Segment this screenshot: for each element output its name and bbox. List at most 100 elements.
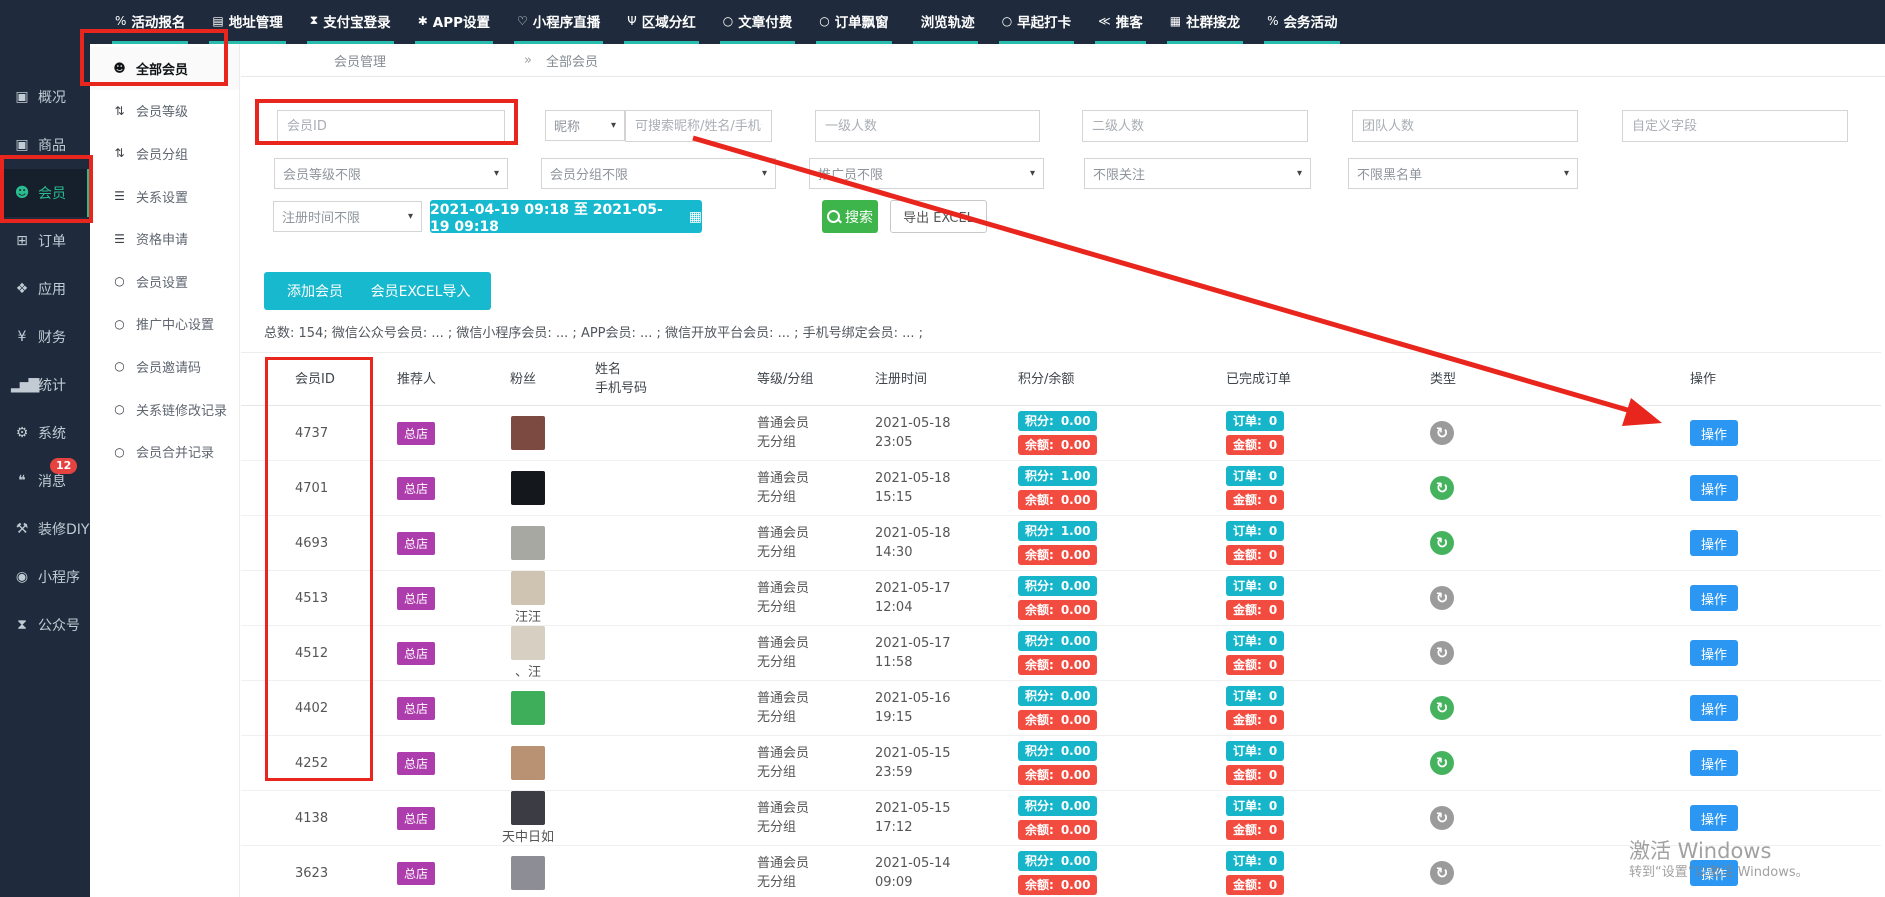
- action-button[interactable]: 操作: [1690, 695, 1738, 721]
- avatar[interactable]: [511, 471, 545, 505]
- sidebar-item[interactable]: ▂▅▇ 统计: [0, 361, 90, 409]
- member-group-select[interactable]: 会员分组不限▾: [541, 158, 776, 189]
- top-nav-item[interactable]: % 会务活动: [1264, 0, 1340, 44]
- top-nav-item[interactable]: ○ 早起打卡: [999, 0, 1074, 44]
- table-header-cell: 操作: [1530, 370, 1881, 389]
- avatar[interactable]: [511, 416, 545, 450]
- sidebar-item[interactable]: ▣ 概况: [0, 73, 90, 121]
- submenu-item[interactable]: ○ 会员邀请码: [90, 345, 239, 388]
- submenu-item[interactable]: ☻ 全部会员: [90, 47, 239, 90]
- promoter-select[interactable]: 推广员不限▾: [809, 158, 1044, 189]
- points-badge: 积分: 0.00: [1018, 796, 1097, 816]
- sidebar-item[interactable]: ❖ 应用: [0, 265, 90, 313]
- top-nav-item[interactable]: ○ 文章付费: [720, 0, 795, 44]
- avatar[interactable]: [511, 626, 545, 660]
- fan-nickname: 、汪: [515, 661, 541, 680]
- submenu-item-label: 关系设置: [136, 187, 188, 206]
- wechat-type-icon: ↻: [1430, 861, 1454, 885]
- register-date: 2021-05-15: [875, 744, 1016, 763]
- avatar[interactable]: [511, 526, 545, 560]
- member-id-input[interactable]: [277, 110, 505, 142]
- sidebar-item[interactable]: ⊞ 订单: [0, 217, 90, 265]
- submenu-item[interactable]: ○ 会员合并记录: [90, 430, 239, 473]
- wechat-type-icon: ↻: [1430, 531, 1454, 555]
- submenu-item[interactable]: ⇅ 会员分组: [90, 132, 239, 175]
- top-nav-item[interactable]: ≪ 推客: [1095, 0, 1146, 44]
- avatar[interactable]: [511, 856, 545, 890]
- users-icon: ☻: [11, 185, 31, 201]
- top-nav-label: 文章付费: [738, 11, 792, 31]
- avatar[interactable]: [511, 791, 545, 825]
- nickname-search-input[interactable]: [625, 110, 772, 142]
- member-id-cell: 4402: [241, 701, 395, 716]
- sliders-icon: ☰: [112, 232, 127, 246]
- sidebar-item-label: 商品: [38, 135, 66, 155]
- balance-badge: 余额: 0.00: [1018, 600, 1097, 620]
- top-nav-item[interactable]: 浏览轨迹: [913, 0, 978, 44]
- top-nav-item[interactable]: % 活动报名: [112, 0, 188, 44]
- action-button[interactable]: 操作: [1690, 585, 1738, 611]
- action-button[interactable]: 操作: [1690, 750, 1738, 776]
- submenu-item[interactable]: ○ 会员设置: [90, 260, 239, 303]
- top-nav-item[interactable]: ⧗ 支付宝登录: [307, 0, 394, 44]
- wechat-type-icon: ↻: [1430, 751, 1454, 775]
- custom-field-input[interactable]: [1622, 110, 1848, 142]
- goods-icon: ▣: [11, 137, 31, 153]
- action-button[interactable]: 操作: [1690, 420, 1738, 446]
- avatar[interactable]: [511, 746, 545, 780]
- action-button[interactable]: 操作: [1690, 475, 1738, 501]
- nickname-type-select[interactable]: 昵称 ▾: [545, 110, 625, 141]
- sidebar-item[interactable]: ⧗ 公众号: [0, 601, 90, 649]
- sidebar-item[interactable]: ▣ 商品: [0, 121, 90, 169]
- top-nav-item[interactable]: ▦ 社群接龙: [1167, 0, 1243, 44]
- table-row: 4138 总店 天中日如 普通会员 无分组: [241, 791, 1881, 846]
- excel-import-button[interactable]: 会员EXCEL导入: [350, 272, 491, 310]
- top-nav-label: 活动报名: [131, 11, 185, 31]
- sidebar-item[interactable]: ◉ 小程序: [0, 553, 90, 601]
- follow-filter-select[interactable]: 不限关注▾: [1084, 158, 1311, 189]
- team-count-input[interactable]: [1352, 110, 1578, 142]
- orders-badge: 订单: 0: [1226, 521, 1284, 541]
- top-nav-item[interactable]: Ψ 区域分红: [624, 0, 698, 44]
- circle-icon: ○: [1002, 14, 1012, 28]
- submenu-item[interactable]: ☰ 资格申请: [90, 217, 239, 260]
- points-badge: 积分: 1.00: [1018, 521, 1097, 541]
- top-nav-item[interactable]: ○ 订单飘窗: [816, 0, 891, 44]
- sidebar-item[interactable]: ❝ 消息 12: [0, 457, 90, 505]
- level1-count-input[interactable]: [815, 110, 1040, 142]
- wechat-type-icon: ↻: [1430, 641, 1454, 665]
- member-group: 无分组: [757, 653, 875, 672]
- action-button[interactable]: 操作: [1690, 860, 1738, 886]
- top-nav-item[interactable]: ✱ APP设置: [415, 0, 493, 44]
- action-button[interactable]: 操作: [1690, 640, 1738, 666]
- sidebar-item[interactable]: ⚒ 装修DIY: [0, 505, 90, 553]
- top-nav-item[interactable]: ▤ 地址管理: [209, 0, 285, 44]
- sidebar-item[interactable]: ⚙ 系统: [0, 409, 90, 457]
- member-level-select[interactable]: 会员等级不限▾: [274, 158, 508, 189]
- blacklist-filter-select[interactable]: 不限黑名单▾: [1348, 158, 1578, 189]
- top-nav-item[interactable]: ♡ 小程序直播: [514, 0, 603, 44]
- action-button[interactable]: 操作: [1690, 805, 1738, 831]
- level2-count-input[interactable]: [1082, 110, 1308, 142]
- chevron-down-icon: ▾: [408, 211, 413, 222]
- submenu-item[interactable]: ⇅ 会员等级: [90, 90, 239, 133]
- action-button[interactable]: 操作: [1690, 530, 1738, 556]
- points-badge: 积分: 0.00: [1018, 741, 1097, 761]
- submenu-item[interactable]: ☰ 关系设置: [90, 175, 239, 218]
- register-date: 2021-05-18: [875, 524, 1016, 543]
- balance-badge: 余额: 0.00: [1018, 710, 1097, 730]
- avatar[interactable]: [511, 691, 545, 725]
- avatar[interactable]: [511, 571, 545, 605]
- export-excel-button[interactable]: 导出 EXCEL: [890, 200, 987, 233]
- register-time-select[interactable]: 注册时间不限▾: [273, 201, 422, 232]
- member-level: 普通会员: [757, 414, 875, 433]
- sidebar-item[interactable]: ¥ 财务: [0, 313, 90, 361]
- date-range-button[interactable]: 2021-04-19 09:18 至 2021-05-19 09:18 ▦: [430, 200, 702, 233]
- sidebar-item[interactable]: ☻ 会员: [0, 169, 90, 217]
- submenu-item[interactable]: ○ 推广中心设置: [90, 303, 239, 346]
- table-header-cell: 已完成订单: [1226, 370, 1420, 389]
- submenu-item[interactable]: ○ 关系链修改记录: [90, 388, 239, 431]
- fan-nickname: 汪汪: [515, 606, 541, 625]
- search-button[interactable]: 搜索: [822, 200, 878, 233]
- register-time: 17:12: [875, 818, 1016, 837]
